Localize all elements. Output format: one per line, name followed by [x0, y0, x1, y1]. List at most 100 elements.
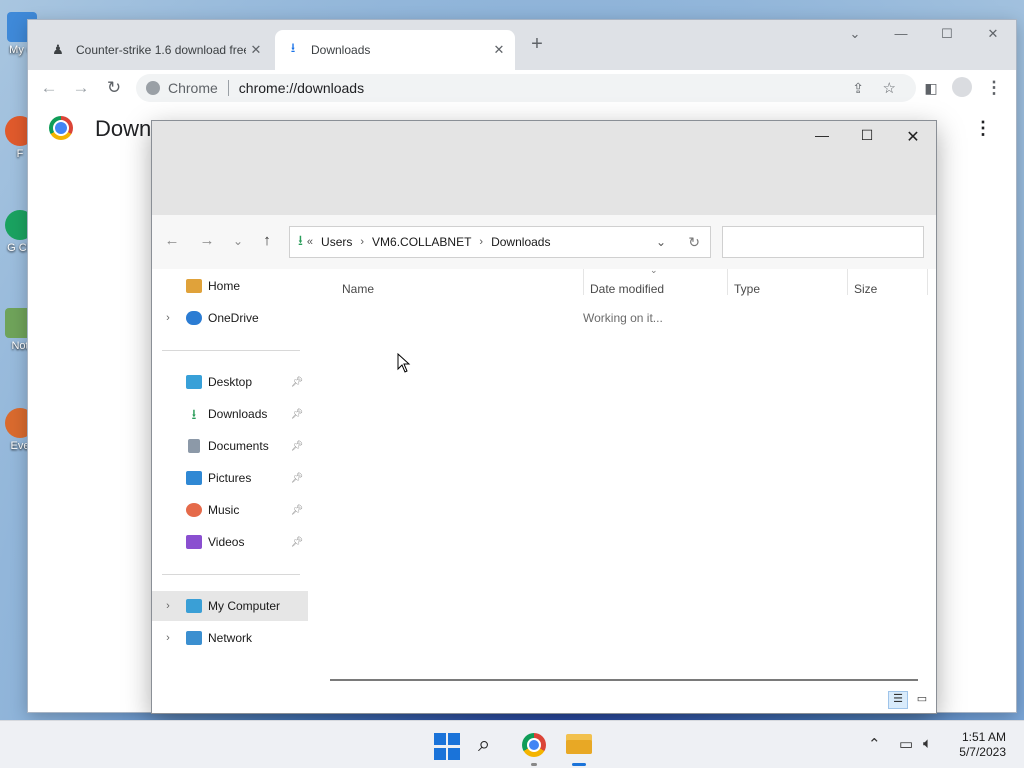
address-bar[interactable]: ⭳ « Users › VM6.COLLABNET › Downloads ⌄ …	[289, 226, 711, 258]
tab-strip: ♟ Counter-strike 1.6 download free ✕ ⭳ D…	[28, 20, 1016, 70]
pin-icon[interactable]: 📌︎	[290, 441, 304, 452]
chevron-right-icon[interactable]: ›	[159, 600, 177, 612]
bookmark-star-icon[interactable]: ☆	[883, 79, 896, 97]
details-view-button[interactable]: ☰	[888, 691, 908, 709]
nav-item-documents[interactable]: Documents 📌︎	[152, 431, 308, 461]
address-overflow[interactable]: «	[307, 236, 313, 248]
close-window-button[interactable]: ✕	[983, 26, 1003, 42]
tab-downloads[interactable]: ⭳ Downloads ✕	[275, 30, 515, 70]
breadcrumb-downloads[interactable]: Downloads	[491, 235, 550, 249]
nav-item-pictures[interactable]: Pictures 📌︎	[152, 463, 308, 493]
profile-avatar[interactable]	[951, 77, 973, 99]
close-tab-icon[interactable]: ✕	[246, 42, 266, 58]
column-header-date[interactable]: Date modified	[590, 282, 664, 296]
nav-item-videos[interactable]: Videos 📌︎	[152, 527, 308, 557]
network-icon	[186, 631, 202, 645]
maximize-button[interactable]: ☐	[852, 127, 882, 144]
nav-item-onedrive[interactable]: › OneDrive	[152, 303, 308, 333]
close-tab-icon[interactable]: ✕	[489, 42, 509, 58]
tab-title: Downloads	[311, 43, 371, 57]
reload-button[interactable]: ↻	[103, 77, 125, 99]
pin-icon[interactable]: 📌︎	[290, 505, 304, 516]
site-info[interactable]: Chrome	[146, 80, 218, 96]
breadcrumb-users[interactable]: Users	[321, 235, 352, 249]
column-divider[interactable]	[927, 269, 928, 295]
tab-counter-strike[interactable]: ♟ Counter-strike 1.6 download free ✕	[40, 30, 272, 70]
close-button[interactable]: ✕	[898, 127, 928, 147]
chrome-taskbar-icon[interactable]	[522, 733, 546, 757]
back-button[interactable]: ←	[162, 232, 182, 249]
forward-button[interactable]: →	[70, 77, 92, 99]
side-panel-icon[interactable]: ◧	[920, 77, 942, 99]
recent-locations-icon[interactable]: ⌄	[228, 234, 248, 248]
nav-item-music[interactable]: Music 📌︎	[152, 495, 308, 525]
sort-indicator-icon: ⌄	[650, 265, 658, 275]
pin-icon[interactable]: 📌︎	[290, 537, 304, 548]
desktop-icon-label: Eve	[10, 440, 30, 452]
clock[interactable]: 1:51 AM 5/7/2023	[959, 730, 1006, 760]
back-button[interactable]: ←	[38, 77, 60, 99]
search-icon[interactable]: ⌕	[478, 731, 506, 759]
minimize-button[interactable]: —	[891, 26, 911, 41]
chevron-right-icon[interactable]: ›	[479, 236, 483, 248]
column-header-type[interactable]: Type	[734, 282, 760, 296]
desktop-icon	[186, 375, 202, 389]
column-header-size[interactable]: Size	[854, 282, 877, 296]
home-icon	[186, 279, 202, 293]
volume-icon[interactable]: 🔈︎	[923, 735, 932, 752]
share-icon[interactable]: ⇪	[852, 80, 864, 97]
nav-label: Videos	[208, 535, 245, 549]
forward-button[interactable]: →	[197, 232, 217, 249]
nav-item-network[interactable]: › Network	[152, 623, 308, 653]
nav-item-downloads[interactable]: ⭳ Downloads 📌︎	[152, 399, 308, 429]
maximize-button[interactable]: ☐	[937, 26, 957, 42]
network-status-icon[interactable]: ▭	[899, 735, 913, 753]
pin-icon[interactable]: 📌︎	[290, 377, 304, 388]
nav-item-my-computer[interactable]: › My Computer	[152, 591, 308, 621]
new-tab-button[interactable]: +	[526, 33, 548, 56]
chevron-right-icon[interactable]: ›	[360, 236, 364, 248]
nav-label: Downloads	[208, 407, 268, 421]
column-divider[interactable]	[727, 269, 728, 295]
clock-date: 5/7/2023	[959, 745, 1006, 759]
nav-item-desktop[interactable]: Desktop 📌︎	[152, 367, 308, 397]
active-indicator	[572, 763, 586, 766]
document-icon	[188, 439, 200, 453]
refresh-icon[interactable]: ↻	[688, 234, 700, 251]
downloads-menu-icon[interactable]: ⋮	[974, 118, 992, 139]
nav-label: My Computer	[208, 599, 281, 613]
chrome-menu-icon[interactable]: ⋮	[983, 77, 1005, 99]
running-indicator	[531, 763, 537, 766]
chevron-right-icon[interactable]: ›	[159, 312, 177, 324]
tab-title: Counter-strike 1.6 download free	[76, 43, 246, 57]
cs-icon: ♟	[52, 42, 64, 57]
large-icons-view-button[interactable]: ▭	[912, 691, 932, 709]
up-button[interactable]: ↑	[257, 232, 277, 249]
column-divider[interactable]	[847, 269, 848, 295]
show-hidden-icons-button[interactable]: ⌃	[868, 735, 881, 753]
desktop-icon-label: F	[16, 148, 24, 160]
nav-label: OneDrive	[208, 311, 259, 325]
horizontal-scrollbar[interactable]	[330, 679, 918, 681]
nav-item-home[interactable]: Home	[152, 271, 308, 301]
chevron-right-icon[interactable]: ›	[159, 632, 177, 644]
download-icon: ⭳	[298, 232, 303, 248]
start-button[interactable]	[434, 733, 462, 761]
breadcrumb-user[interactable]: VM6.COLLABNET	[372, 235, 471, 249]
minimize-button[interactable]: —	[807, 127, 837, 143]
divider	[227, 80, 229, 96]
taskbar: ⌕ ⌃ ▭ 🔈︎ 1:51 AM 5/7/2023	[0, 720, 1024, 768]
computer-icon	[186, 599, 202, 613]
address-bar[interactable]: Chrome chrome://downloads ⇪ ☆	[136, 74, 916, 102]
pin-icon[interactable]: 📌︎	[290, 409, 304, 420]
column-header-name[interactable]: Name	[342, 282, 374, 296]
search-input[interactable]	[722, 226, 924, 258]
column-divider[interactable]	[583, 269, 584, 295]
nav-label: Home	[208, 279, 241, 293]
nav-label: Music	[208, 503, 240, 517]
pin-icon[interactable]: 📌︎	[290, 473, 304, 484]
address-dropdown-icon[interactable]: ⌄	[656, 235, 666, 249]
tab-search-icon[interactable]: ⌄	[845, 26, 865, 42]
file-explorer-taskbar-icon[interactable]	[566, 734, 592, 754]
browser-toolbar: ← → ↻ Chrome chrome://downloads ⇪ ☆ ◧ ⋮	[28, 70, 1016, 106]
